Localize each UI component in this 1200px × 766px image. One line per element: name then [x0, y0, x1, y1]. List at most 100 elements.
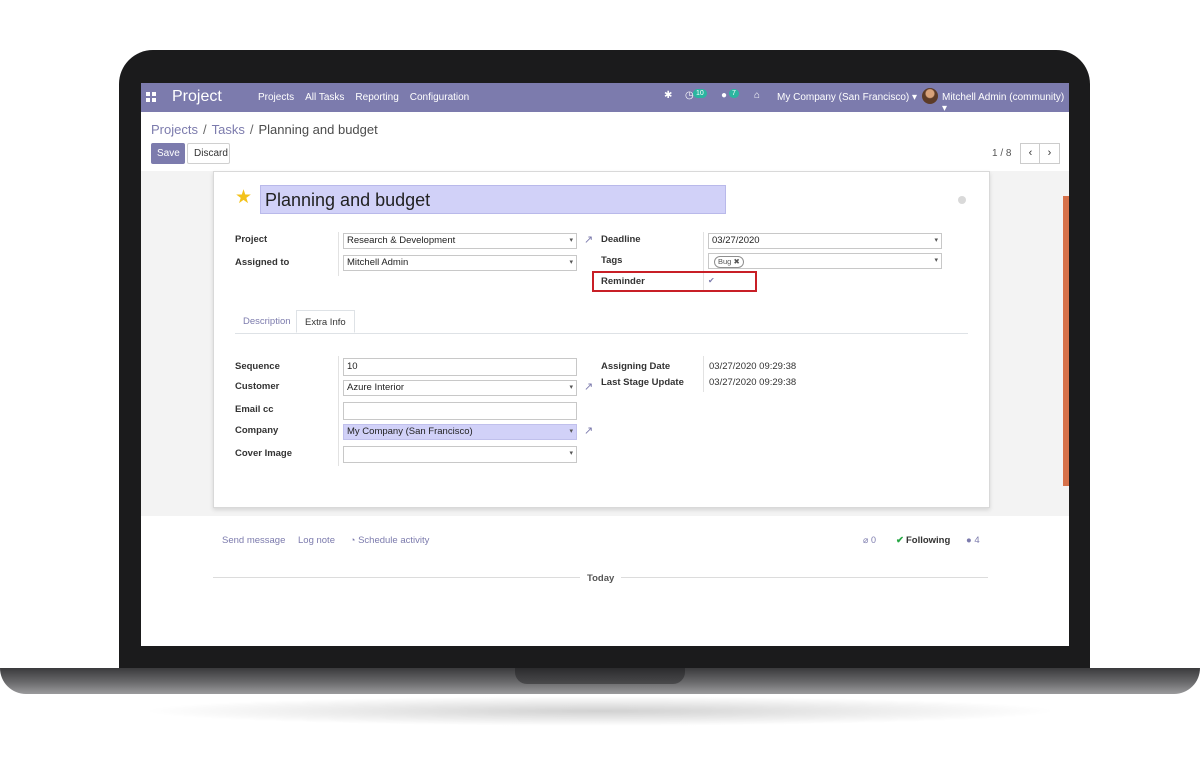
bug-icon[interactable]: ✱	[664, 90, 672, 101]
project-label: Project	[235, 234, 268, 245]
sequence-label: Sequence	[235, 361, 280, 372]
followers-button[interactable]: ● 4	[966, 535, 980, 546]
assigning-date-value: 03/27/2020 09:29:38	[709, 361, 797, 372]
company-switcher[interactable]: My Company (San Francisco) ▾	[777, 92, 917, 103]
attachments-button[interactable]: ⌀ 0	[863, 535, 876, 546]
form-sheet: ★ Planning and budget Project Research &…	[213, 171, 990, 508]
reminder-checkbox[interactable]: ✔	[708, 276, 715, 285]
divider	[338, 232, 339, 276]
notebook-tabs: Description Extra Info	[235, 310, 968, 334]
task-title-input[interactable]: Planning and budget	[260, 185, 726, 214]
company-name: My Company (San Francisco)	[777, 92, 910, 103]
assigned-to-field[interactable]: Mitchell Admin ▾	[343, 255, 577, 271]
caret-down-icon: ▾	[934, 237, 938, 244]
following-button[interactable]: ✔ Following	[896, 535, 950, 546]
attachments-count: 0	[870, 535, 876, 545]
caret-down-icon: ▾	[569, 259, 573, 266]
kanban-state-dot[interactable]	[958, 196, 966, 204]
tag-label: Bug	[718, 257, 732, 266]
tab-description[interactable]: Description	[235, 310, 299, 333]
avatar[interactable]	[922, 88, 938, 104]
external-link-icon[interactable]: ↗	[584, 233, 593, 246]
last-stage-update-value: 03/27/2020 09:29:38	[709, 377, 797, 388]
cover-image-field[interactable]: ▾	[343, 446, 577, 463]
last-stage-update-label: Last Stage Update	[601, 377, 684, 388]
pager-previous-button[interactable]: ‹	[1020, 143, 1041, 164]
breadcrumb-separator: /	[202, 122, 207, 137]
menu-item-reporting[interactable]: Reporting	[355, 92, 398, 103]
log-note-button[interactable]: Log note	[298, 535, 335, 546]
menu-item-configuration[interactable]: Configuration	[410, 92, 469, 103]
user-icon: ●	[966, 535, 972, 546]
deadline-field[interactable]: 03/27/2020 ▾	[708, 233, 942, 249]
sequence-input[interactable]: 10	[343, 358, 577, 376]
schedule-activity-label: Schedule activity	[358, 535, 430, 546]
reminder-label: Reminder	[601, 276, 645, 287]
star-icon[interactable]: ★	[235, 186, 252, 209]
check-icon: ✔	[896, 535, 904, 546]
send-message-button[interactable]: Send message	[222, 535, 285, 546]
following-label: Following	[905, 535, 951, 546]
caret-down-icon: ▾	[934, 257, 938, 264]
caret-down-icon: ▾	[569, 237, 573, 244]
today-divider	[621, 577, 988, 578]
assigned-to-value: Mitchell Admin	[347, 257, 409, 268]
discard-button[interactable]: Discard	[187, 143, 230, 164]
external-link-icon[interactable]: ↗	[584, 380, 593, 393]
scrollbar[interactable]	[1063, 196, 1069, 486]
breadcrumb-current: Planning and budget	[258, 122, 378, 137]
user-menu[interactable]: Mitchell Admin (community) ▾	[942, 92, 1069, 114]
breadcrumb-tasks[interactable]: Tasks	[212, 122, 245, 137]
clock-icon: ◔	[350, 535, 356, 545]
today-label: Today	[587, 573, 615, 584]
menu-item-all-tasks[interactable]: All Tasks	[305, 92, 344, 103]
email-cc-label: Email cc	[235, 404, 274, 415]
customer-field[interactable]: Azure Interior ▾	[343, 380, 577, 396]
customer-label: Customer	[235, 381, 280, 392]
breadcrumb: Projects / Tasks / Planning and budget	[151, 122, 378, 137]
chat-icon[interactable]: ● 7	[721, 89, 739, 101]
customer-value: Azure Interior	[347, 382, 405, 393]
tags-label: Tags	[601, 255, 623, 266]
caret-down-icon: ▾	[569, 384, 573, 391]
paperclip-icon: ⌀	[863, 535, 869, 545]
menu-item-projects[interactable]: Projects	[258, 92, 294, 103]
divider	[338, 356, 339, 466]
external-link-icon[interactable]: ↗	[584, 424, 593, 437]
gift-icon[interactable]: ⌂	[754, 90, 760, 101]
top-navbar: Project Projects All Tasks Reporting Con…	[141, 83, 1069, 114]
activity-badge: 10	[693, 89, 707, 98]
project-value: Research & Development	[347, 235, 456, 246]
company-label: Company	[235, 425, 279, 436]
caret-down-icon: ▾	[569, 450, 573, 457]
app-screen: Project Projects All Tasks Reporting Con…	[141, 83, 1069, 646]
main-menu: Projects All Tasks Reporting Configurati…	[258, 92, 469, 103]
assigned-to-label: Assigned to	[235, 257, 290, 268]
deadline-value: 03/27/2020	[712, 235, 760, 246]
divider	[703, 356, 704, 392]
tab-extra-info[interactable]: Extra Info	[296, 310, 355, 333]
email-cc-input[interactable]	[343, 402, 577, 420]
company-value: My Company (San Francisco)	[347, 426, 473, 437]
pager-next-button[interactable]: ›	[1039, 143, 1060, 164]
schedule-activity-button[interactable]: ◔ Schedule activity	[350, 535, 429, 546]
app-brand[interactable]: Project	[172, 88, 222, 106]
laptop-notch	[515, 668, 685, 684]
breadcrumb-separator: /	[249, 122, 254, 137]
deadline-label: Deadline	[601, 234, 641, 245]
laptop-shadow	[140, 696, 1060, 726]
breadcrumb-projects[interactable]: Projects	[151, 122, 198, 137]
apps-icon[interactable]	[146, 92, 156, 102]
remove-tag-icon[interactable]: ✖	[733, 257, 739, 266]
tag-badge: Bug ✖	[714, 256, 744, 268]
activity-icon[interactable]: ◷ 10	[685, 89, 707, 101]
followers-count: 4	[974, 535, 980, 546]
caret-down-icon: ▾	[569, 428, 573, 435]
save-button[interactable]: Save	[151, 143, 185, 164]
pager-value[interactable]: 1 / 8	[992, 148, 1011, 159]
today-divider	[213, 577, 580, 578]
user-name: Mitchell Admin (community)	[942, 92, 1065, 103]
tags-field[interactable]: Bug ✖ ▾	[708, 253, 942, 269]
company-field[interactable]: My Company (San Francisco) ▾	[343, 424, 577, 440]
project-field[interactable]: Research & Development ▾	[343, 233, 577, 249]
